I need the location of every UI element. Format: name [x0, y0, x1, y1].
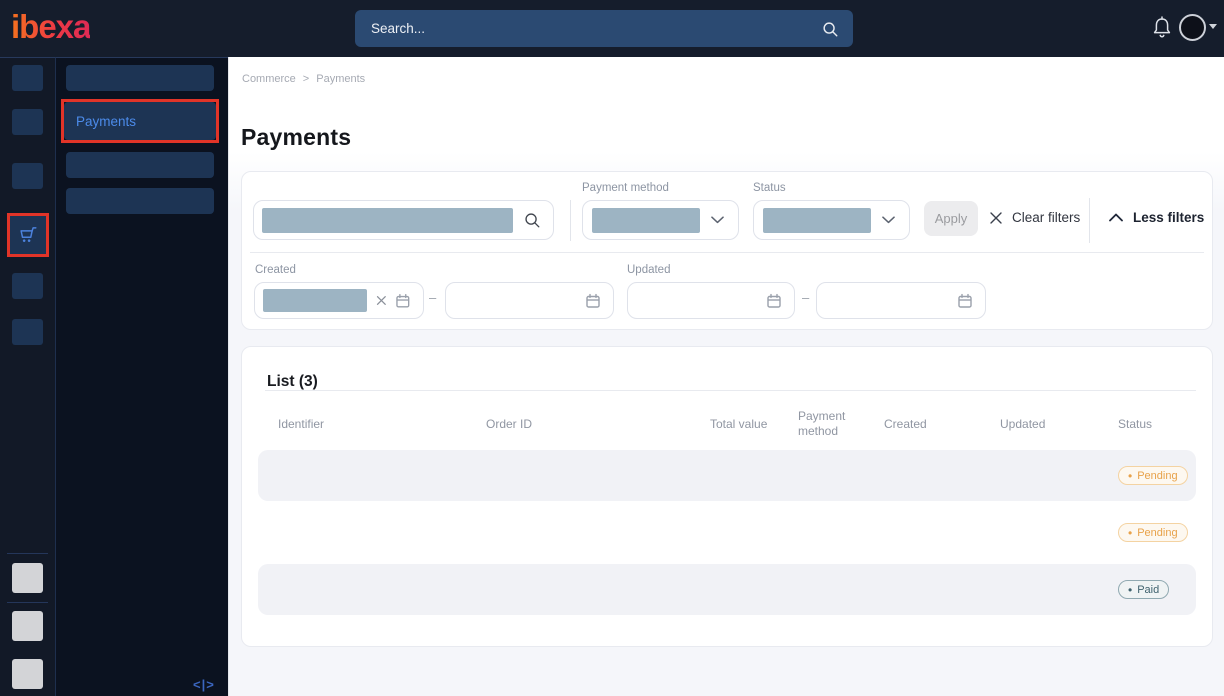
rail-bottom-item-3[interactable]: [12, 659, 43, 689]
chevron-up-icon: [1109, 213, 1123, 222]
notifications-bell-icon[interactable]: [1151, 15, 1173, 41]
date-range-dash: –: [429, 290, 436, 305]
sidebar-submenu: Payments <|>: [55, 57, 228, 696]
payment-method-select[interactable]: [582, 200, 739, 240]
created-from-input[interactable]: [254, 282, 424, 319]
main-content: Commerce > Payments Payments Payment met…: [228, 57, 1224, 696]
filters-card: Payment method Status Apply Clear filter…: [241, 171, 1213, 330]
clear-filters-button[interactable]: Clear filters: [989, 210, 1080, 225]
rail-divider: [7, 553, 48, 554]
shopping-cart-icon: [17, 224, 39, 246]
filter-divider: [1089, 198, 1090, 243]
user-menu-caret-icon[interactable]: [1209, 24, 1217, 33]
chevron-down-icon: [882, 216, 895, 224]
placeholder-block: [262, 208, 513, 233]
breadcrumb-payments: Payments: [316, 73, 365, 85]
search-icon[interactable]: [821, 20, 839, 38]
calendar-icon[interactable]: [585, 293, 601, 309]
less-filters-toggle[interactable]: Less filters: [1109, 210, 1204, 225]
ibexa-logo[interactable]: ibexa: [11, 8, 90, 46]
table-header: Identifier Order ID Total value Payment …: [258, 404, 1196, 444]
date-range-dash: –: [802, 290, 809, 305]
submenu-item-placeholder-1[interactable]: [66, 65, 214, 91]
calendar-icon[interactable]: [957, 293, 973, 309]
status-badge-label: Pending: [1137, 527, 1177, 539]
status-dot-icon: •: [1128, 584, 1132, 596]
column-updated: Updated: [1000, 417, 1118, 432]
rail-item-2[interactable]: [12, 109, 43, 135]
list-divider: [265, 390, 1196, 391]
updated-label: Updated: [627, 264, 670, 276]
rail-item-5[interactable]: [12, 273, 43, 299]
calendar-icon[interactable]: [766, 293, 782, 309]
status-label: Status: [753, 182, 786, 194]
status-dot-icon: •: [1128, 527, 1132, 539]
global-search[interactable]: [355, 10, 853, 47]
created-label: Created: [255, 264, 296, 276]
topbar: ibexa: [0, 0, 1224, 57]
submenu-item-placeholder-3[interactable]: [66, 188, 214, 214]
annotation-box-commerce: [7, 213, 49, 257]
updated-to-input[interactable]: [816, 282, 986, 319]
rail-item-6[interactable]: [12, 319, 43, 345]
created-to-input[interactable]: [445, 282, 614, 319]
updated-from-input[interactable]: [627, 282, 795, 319]
payments-menu-label: Payments: [76, 114, 136, 129]
search-icon: [523, 211, 541, 229]
submenu-item-payments[interactable]: Payments: [64, 102, 216, 140]
column-identifier: Identifier: [278, 417, 486, 432]
rail-divider: [7, 602, 48, 603]
global-search-input[interactable]: [369, 20, 821, 37]
page-title: Payments: [241, 124, 351, 151]
payment-method-label: Payment method: [582, 182, 669, 194]
status-badge: • Pending: [1118, 523, 1188, 542]
placeholder-block: [263, 289, 367, 312]
table-row[interactable]: • Pending: [258, 450, 1196, 501]
column-payment-method: Payment method: [798, 409, 884, 439]
status-badge-label: Pending: [1137, 470, 1177, 482]
rail-bottom-item-1[interactable]: [12, 563, 43, 593]
sidebar-icon-rail: [0, 57, 55, 696]
submenu-item-placeholder-2[interactable]: [66, 152, 214, 178]
status-badge: • Paid: [1118, 580, 1169, 599]
table-row[interactable]: • Paid: [258, 564, 1196, 615]
user-avatar[interactable]: [1179, 14, 1206, 41]
breadcrumb: Commerce > Payments: [242, 73, 365, 85]
status-select[interactable]: [753, 200, 910, 240]
rail-item-3[interactable]: [12, 163, 43, 189]
annotation-box-payments: Payments: [61, 99, 219, 143]
chevron-down-icon: [711, 216, 724, 224]
column-status: Status: [1118, 417, 1196, 432]
less-filters-label: Less filters: [1133, 210, 1204, 225]
breadcrumb-separator: >: [303, 73, 309, 85]
payments-list-card: List (3) Identifier Order ID Total value…: [241, 346, 1213, 647]
list-title: List (3): [267, 373, 318, 391]
filter-divider: [570, 200, 571, 241]
x-mark-icon: [989, 211, 1003, 225]
rail-item-1[interactable]: [12, 65, 43, 91]
status-badge-label: Paid: [1137, 584, 1159, 596]
status-dot-icon: •: [1128, 470, 1132, 482]
clear-date-icon[interactable]: [376, 295, 387, 306]
table-body: • Pending • Pending: [258, 450, 1196, 621]
filters-row-divider: [250, 252, 1204, 253]
calendar-icon[interactable]: [395, 293, 411, 309]
status-badge: • Pending: [1118, 466, 1188, 485]
column-order-id: Order ID: [486, 417, 710, 432]
rail-item-commerce[interactable]: [10, 216, 46, 254]
column-total-value: Total value: [710, 417, 798, 432]
collapse-panel-icon[interactable]: <|>: [193, 677, 215, 692]
rail-bottom-item-2[interactable]: [12, 611, 43, 641]
filter-search-input[interactable]: [253, 200, 554, 240]
table-row[interactable]: • Pending: [258, 507, 1196, 558]
clear-filters-label: Clear filters: [1012, 210, 1080, 225]
column-created: Created: [884, 417, 1000, 432]
placeholder-block: [763, 208, 871, 233]
apply-button[interactable]: Apply: [924, 201, 978, 236]
placeholder-block: [592, 208, 700, 233]
breadcrumb-commerce[interactable]: Commerce: [242, 73, 296, 85]
